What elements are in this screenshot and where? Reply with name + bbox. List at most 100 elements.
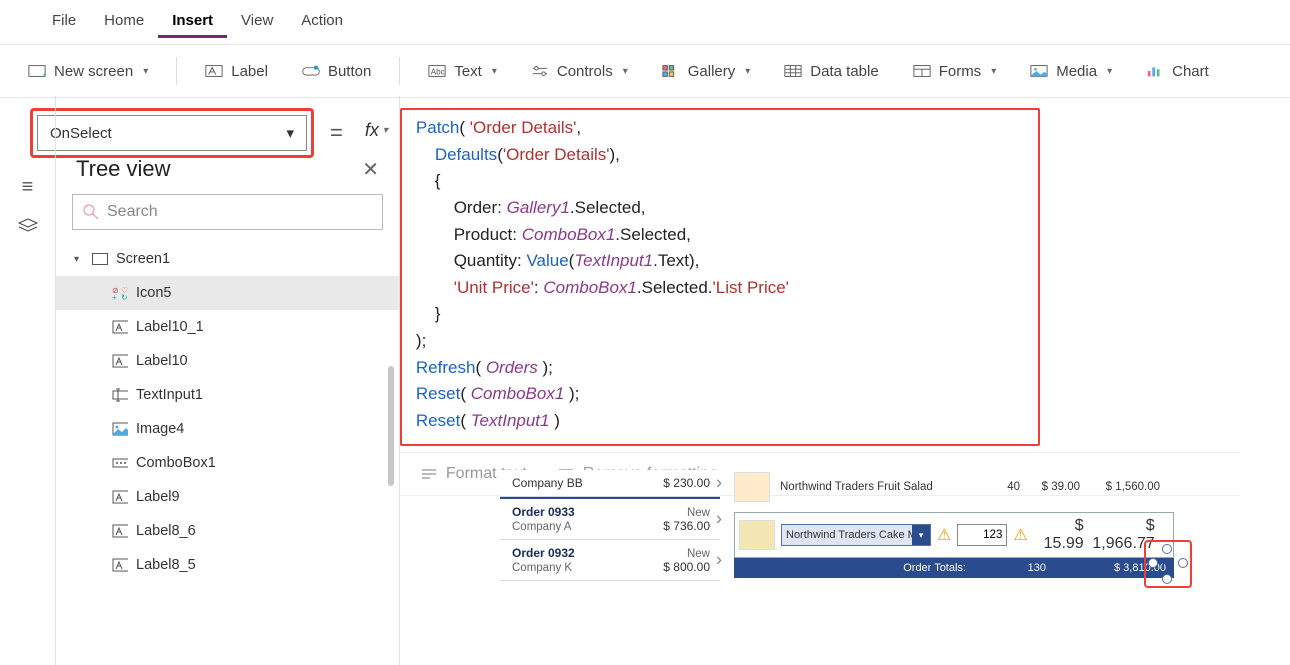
svg-text:+: + <box>42 70 46 78</box>
separator <box>399 57 400 85</box>
tree-item-label: TextInput1 <box>136 387 203 403</box>
formula-editor[interactable]: Patch( 'Order Details', Defaults('Order … <box>400 108 1040 446</box>
chart-button[interactable]: Chart <box>1140 59 1215 84</box>
order-number: Order 0932 <box>512 546 575 560</box>
order-row[interactable]: Order 0933Company A New$ 736.00 › <box>500 497 720 540</box>
caret-down-icon: ▾ <box>74 254 84 265</box>
forms-label: Forms <box>939 63 982 80</box>
ribbon: + New screen ▾ Label Button Abc Text ▾ C… <box>0 45 1290 98</box>
menu-file[interactable]: File <box>38 8 90 38</box>
forms-button[interactable]: Forms ▾ <box>907 59 1003 84</box>
menu-view[interactable]: View <box>227 8 287 38</box>
quantity-input[interactable] <box>957 524 1007 546</box>
text-button[interactable]: Abc Text ▾ <box>422 59 503 84</box>
chevron-down-icon: ▾ <box>991 66 996 77</box>
new-screen-icon: + <box>28 64 46 78</box>
label-label: Label <box>231 63 268 80</box>
order-row[interactable]: Order 0932Company K New$ 800.00 › <box>500 540 720 581</box>
add-reload-icon: ⊘♡+↻ <box>112 286 128 300</box>
text-label: Text <box>454 63 482 80</box>
chevron-right-icon: › <box>716 550 722 571</box>
tree-item[interactable]: Label8_5 <box>56 548 399 582</box>
tree: ▾ Screen1 ⊘♡+↻Icon5Label10_1Label10TextI… <box>56 242 399 582</box>
order-amount: $ 800.00 <box>663 560 710 574</box>
label-icon <box>112 524 128 538</box>
line-items: Northwind Traders Fruit Salad 40 $ 39.00… <box>734 470 1174 578</box>
tree-item-label: Label8_6 <box>136 523 196 539</box>
tree-item-label: Icon5 <box>136 285 171 301</box>
gallery-label: Gallery <box>688 63 736 80</box>
chevron-right-icon: › <box>716 473 722 494</box>
menu-bar: File Home Insert View Action <box>0 0 1290 45</box>
chevron-down-icon: ▾ <box>623 66 628 77</box>
text-icon: Abc <box>428 64 446 78</box>
combobox-icon <box>112 456 128 470</box>
menu-insert[interactable]: Insert <box>158 8 227 38</box>
orders-list: Company BB $ 230.00 › Order 0933Company … <box>500 470 720 581</box>
svg-text:+: + <box>112 293 117 300</box>
chart-icon <box>1146 64 1164 78</box>
tree-screen-row[interactable]: ▾ Screen1 <box>56 242 399 276</box>
datatable-icon <box>784 64 802 78</box>
tree-item-label: ComboBox1 <box>136 455 216 471</box>
left-pane: ≡ Tree view ✕ Search ▾ Screen1 ⊘♡+↻Icon5… <box>0 96 400 665</box>
tree-item[interactable]: ⊘♡+↻Icon5 <box>56 276 399 310</box>
new-screen-label: New screen <box>54 63 133 80</box>
tree-item-label: Label9 <box>136 489 180 505</box>
order-company: Company BB <box>512 476 583 490</box>
tree-item[interactable]: TextInput1 <box>56 378 399 412</box>
label-icon <box>112 354 128 368</box>
order-status: New <box>687 507 710 519</box>
hamburger-icon[interactable]: ≡ <box>22 176 34 199</box>
add-icon-highlight: + <box>1144 540 1192 588</box>
screen-icon <box>92 253 108 265</box>
chevron-down-icon: ▾ <box>143 66 148 77</box>
tree-item[interactable]: Image4 <box>56 412 399 446</box>
product-combobox[interactable]: Northwind Traders Cake Mix ▾ <box>781 524 931 546</box>
controls-button[interactable]: Controls ▾ <box>525 59 634 84</box>
menu-home[interactable]: Home <box>90 8 158 38</box>
tree-item[interactable]: Label10_1 <box>56 310 399 344</box>
chevron-right-icon: › <box>716 509 722 530</box>
menu-action[interactable]: Action <box>287 8 357 38</box>
datatable-button[interactable]: Data table <box>778 59 884 84</box>
product-name: Northwind Traders Fruit Salad <box>780 481 960 493</box>
separator <box>176 57 177 85</box>
label-button[interactable]: Label <box>199 59 274 84</box>
tree-search-input[interactable]: Search <box>72 194 383 230</box>
canvas-preview: Company BB $ 230.00 › Order 0933Company … <box>500 470 1180 581</box>
svg-text:↻: ↻ <box>121 293 128 300</box>
unit-price: $ 15.99 <box>1034 517 1084 553</box>
tree-item[interactable]: Label10 <box>56 344 399 378</box>
media-label: Media <box>1056 63 1097 80</box>
layers-icon[interactable] <box>17 217 39 235</box>
tree-item[interactable]: ComboBox1 <box>56 446 399 480</box>
button-button[interactable]: Button <box>296 59 377 84</box>
search-placeholder: Search <box>107 203 158 221</box>
totals-row: Order Totals: 130 $ 3,810.00 <box>734 558 1174 578</box>
product-price: $ 39.00 <box>1030 481 1080 493</box>
controls-label: Controls <box>557 63 613 80</box>
forms-icon <box>913 64 931 78</box>
chevron-down-icon: ▾ <box>745 66 750 77</box>
gallery-button[interactable]: Gallery ▾ <box>656 59 757 84</box>
media-button[interactable]: Media ▾ <box>1024 59 1118 84</box>
left-rail: ≡ <box>0 96 56 665</box>
product-image <box>734 472 770 502</box>
tree-item-label: Image4 <box>136 421 184 437</box>
new-screen-button[interactable]: + New screen ▾ <box>22 59 154 84</box>
tree-item[interactable]: Label8_6 <box>56 514 399 548</box>
tree-screen-label: Screen1 <box>116 251 170 267</box>
search-icon <box>83 204 99 220</box>
order-row[interactable]: Company BB $ 230.00 › <box>500 470 720 497</box>
button-icon <box>302 64 320 78</box>
order-company: Company K <box>512 562 572 574</box>
order-amount: $ 230.00 <box>663 476 710 490</box>
label-icon <box>112 320 128 334</box>
media-icon <box>1030 64 1048 78</box>
tree-scrollbar[interactable] <box>388 366 394 486</box>
close-icon[interactable]: ✕ <box>362 157 379 182</box>
add-icon[interactable]: + <box>1148 544 1188 584</box>
tree-item[interactable]: Label9 <box>56 480 399 514</box>
tree-view-title: Tree view <box>76 156 171 182</box>
